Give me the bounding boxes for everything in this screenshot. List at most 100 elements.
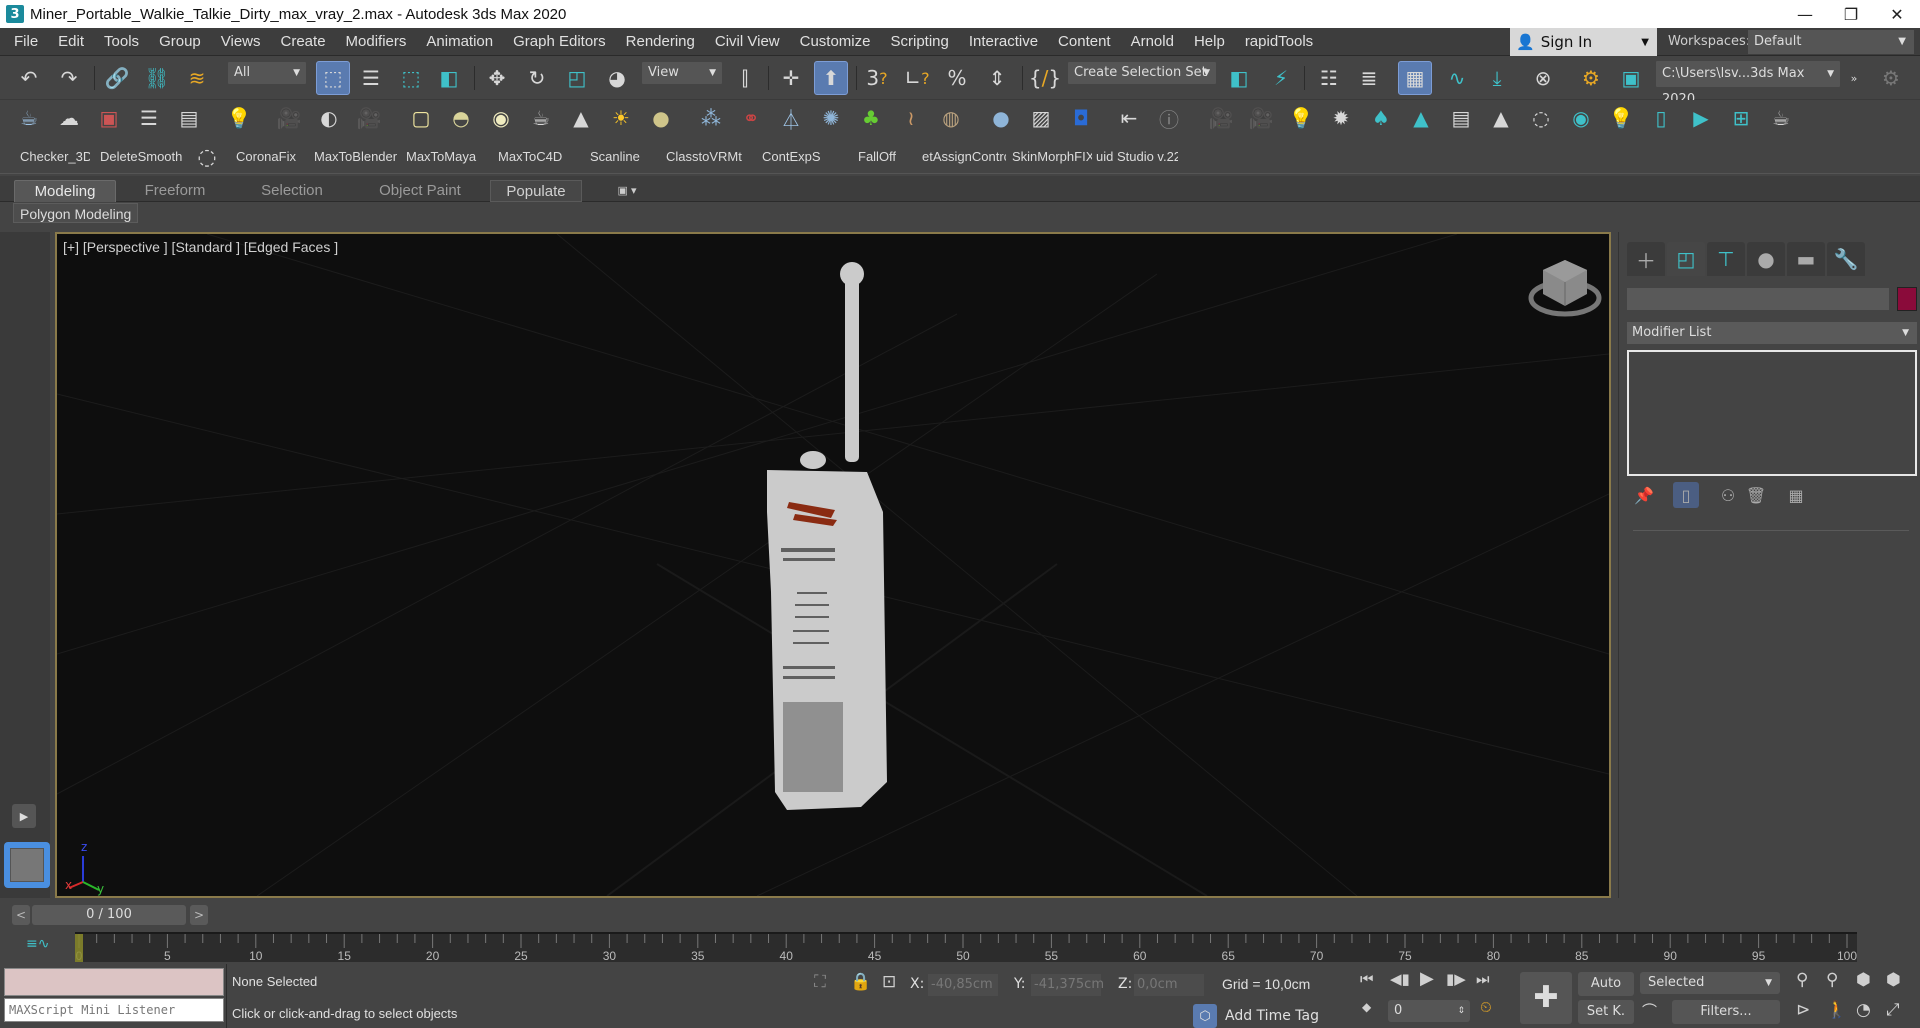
menu-content[interactable]: Content [1048, 28, 1121, 56]
maxscript-output[interactable] [4, 968, 224, 996]
material-icon[interactable]: ▣ [94, 103, 124, 133]
close-button[interactable]: ✕ [1874, 0, 1920, 28]
menu-customize[interactable]: Customize [790, 28, 881, 56]
schematic-view-icon[interactable]: ⤓ [1482, 63, 1512, 93]
script-button-scanline[interactable]: Scanline [590, 140, 650, 174]
help-icon[interactable]: ⓘ [1154, 103, 1184, 133]
scene-explorer-icon[interactable]: ☷ [1314, 63, 1344, 93]
restore-button[interactable]: ❐ [1828, 0, 1874, 28]
current-frame-marker[interactable] [75, 934, 83, 962]
zoom-extents-icon[interactable]: ⬢ [1856, 970, 1871, 990]
object-name-field[interactable] [1627, 288, 1889, 310]
vray-camera-teal-icon[interactable]: 🎥 [1206, 103, 1236, 133]
y-coordinate-field[interactable]: -41,375cm [1031, 974, 1104, 996]
show-end-result-icon[interactable]: ▯ [1673, 482, 1699, 508]
script-button-falloff[interactable]: FallOff [858, 140, 908, 174]
modifier-stack[interactable] [1627, 350, 1917, 476]
maxscript-mini-listener[interactable]: MAXScript Mini Listener [4, 998, 224, 1022]
placement-icon[interactable]: ◕ [602, 63, 632, 93]
corona-logo-icon[interactable]: ◌ [192, 142, 222, 172]
perspective-viewport[interactable]: [+] [Perspective ] [Standard ] [Edged Fa… [55, 232, 1611, 898]
light-bulb-gear-icon[interactable]: 💡 [1606, 103, 1636, 133]
script-button-maxtoblender[interactable]: MaxToBlender [314, 140, 404, 174]
material-scene-icon[interactable]: ▨ [1026, 103, 1056, 133]
time-slider[interactable]: < 0 / 100 > [12, 905, 208, 925]
absolute-mode-icon[interactable]: ⊡ [882, 972, 896, 992]
z-coordinate-field[interactable]: 0,0cm [1134, 974, 1204, 996]
menu-graph-editors[interactable]: Graph Editors [503, 28, 616, 56]
select-object-icon[interactable]: ⬚ [316, 61, 350, 95]
script-button-maxtomaya[interactable]: MaxToMaya [406, 140, 486, 174]
menu-interactive[interactable]: Interactive [959, 28, 1048, 56]
menu-arnold[interactable]: Arnold [1121, 28, 1184, 56]
yarn-icon[interactable]: ◍ [936, 103, 966, 133]
keyboard-shortcut-toggle-icon[interactable]: ⬆ [814, 61, 848, 95]
render-setup-icon[interactable]: ⚙ [1576, 63, 1606, 93]
orbit-icon[interactable]: ◔ [1856, 1000, 1871, 1020]
link-icon[interactable]: 🔗 [102, 63, 132, 93]
configure-modifier-sets-icon[interactable]: ▦ [1783, 482, 1809, 508]
molecule-icon[interactable]: ⚭ [736, 103, 766, 133]
select-by-name-icon[interactable]: ☰ [356, 63, 386, 93]
add-time-tag-button[interactable]: ⬡ Add Time Tag [1193, 1004, 1319, 1028]
menu-tools[interactable]: Tools [94, 28, 149, 56]
walk-through-icon[interactable]: 🚶 [1826, 1000, 1847, 1020]
cloud-icon[interactable]: ☁ [54, 103, 84, 133]
zoom-all-icon[interactable]: ⚲ [1826, 970, 1838, 990]
menu-views[interactable]: Views [211, 28, 271, 56]
hair-icon[interactable]: ≀ [896, 103, 926, 133]
script-button-skinmorphfix[interactable]: SkinMorphFIX [1012, 140, 1092, 174]
menu-help[interactable]: Help [1184, 28, 1235, 56]
select-manipulate-icon[interactable]: ✛ [776, 63, 806, 93]
project-folder-dropdown[interactable]: C:\Users\lsv...3ds Max 2020▼ [1656, 61, 1840, 107]
field-of-view-icon[interactable]: ⊳ [1796, 1000, 1810, 1020]
expand-layout-button[interactable]: ▶ [12, 804, 36, 828]
mirror-icon[interactable]: ◧ [1224, 63, 1254, 93]
forest-pro-icon[interactable]: ▲ [1406, 103, 1436, 133]
zoom-extents-all-icon[interactable]: ⬢ [1886, 970, 1901, 990]
go-to-end-icon[interactable]: ⏭ [1476, 970, 1490, 988]
key-mode-toggle-icon[interactable]: ◆ [1362, 1000, 1371, 1014]
menu-group[interactable]: Group [149, 28, 211, 56]
filters-button[interactable]: Filters... [1672, 1000, 1780, 1024]
current-frame-field[interactable]: 0 ⇕ [1388, 1000, 1470, 1022]
polygon-modeling-panel[interactable]: Polygon Modeling [13, 203, 139, 223]
forest-list-icon[interactable]: ▤ [1446, 103, 1476, 133]
teapot-icon[interactable]: ☕ [14, 103, 44, 133]
toolbar-overflow-button[interactable]: » [1846, 63, 1862, 93]
script-button-checker3d[interactable]: Checker_3D [20, 140, 90, 174]
frame-buffer-icon[interactable]: ▯ [1646, 103, 1676, 133]
reference-coordinate-dropdown[interactable]: View ▼ [642, 62, 722, 84]
menu-file[interactable]: File [4, 28, 48, 56]
minimize-button[interactable]: — [1782, 0, 1828, 28]
hierarchy-tab[interactable]: ⊤ [1707, 242, 1745, 276]
script-button-etassigncontrol[interactable]: etAssignContrc [922, 140, 1006, 174]
object-color-swatch[interactable] [1897, 287, 1917, 311]
rectangular-selection-icon[interactable]: ⬚ [396, 63, 426, 93]
scale-icon[interactable]: ◰ [562, 63, 592, 93]
pin-stack-icon[interactable]: 📌 [1631, 482, 1657, 508]
light-lister-icon[interactable]: 💡 [224, 103, 254, 133]
menu-edit[interactable]: Edit [48, 28, 94, 56]
go-to-start-icon[interactable]: ⏮ [1360, 970, 1374, 988]
table-icon[interactable]: ▤ [174, 103, 204, 133]
corona-layers-icon[interactable]: ◉ [1566, 103, 1596, 133]
menu-scripting[interactable]: Scripting [880, 28, 958, 56]
camera-half-icon[interactable]: ◐ [314, 103, 344, 133]
walkie-talkie-model[interactable] [747, 262, 907, 822]
utilities-tab[interactable]: 🔧 [1827, 242, 1865, 276]
cone-light-icon[interactable]: ▲ [566, 103, 596, 133]
vray-object-icon[interactable]: ◘ [1066, 103, 1096, 133]
menu-rapidtools[interactable]: rapidTools [1235, 28, 1323, 56]
time-slider-next-button[interactable]: > [190, 905, 208, 925]
rotate-icon[interactable]: ↻ [522, 63, 552, 93]
create-selection-set-dropdown[interactable]: Create Selection Set ▼ [1068, 62, 1216, 84]
percent-snap-icon[interactable]: % [942, 63, 972, 93]
material-editor-icon[interactable]: ⊗ [1528, 63, 1558, 93]
modify-tab[interactable]: ◰ [1667, 242, 1705, 276]
sign-in-button[interactable]: 👤 Sign In ▼ [1510, 28, 1657, 56]
auto-key-button[interactable]: Auto [1578, 972, 1634, 996]
vray-camera-add-icon[interactable]: 🎥 [1246, 103, 1276, 133]
script-button-deletesmooth[interactable]: DeleteSmooth [100, 140, 182, 174]
angle-snap-icon[interactable]: ∟? [902, 63, 932, 93]
